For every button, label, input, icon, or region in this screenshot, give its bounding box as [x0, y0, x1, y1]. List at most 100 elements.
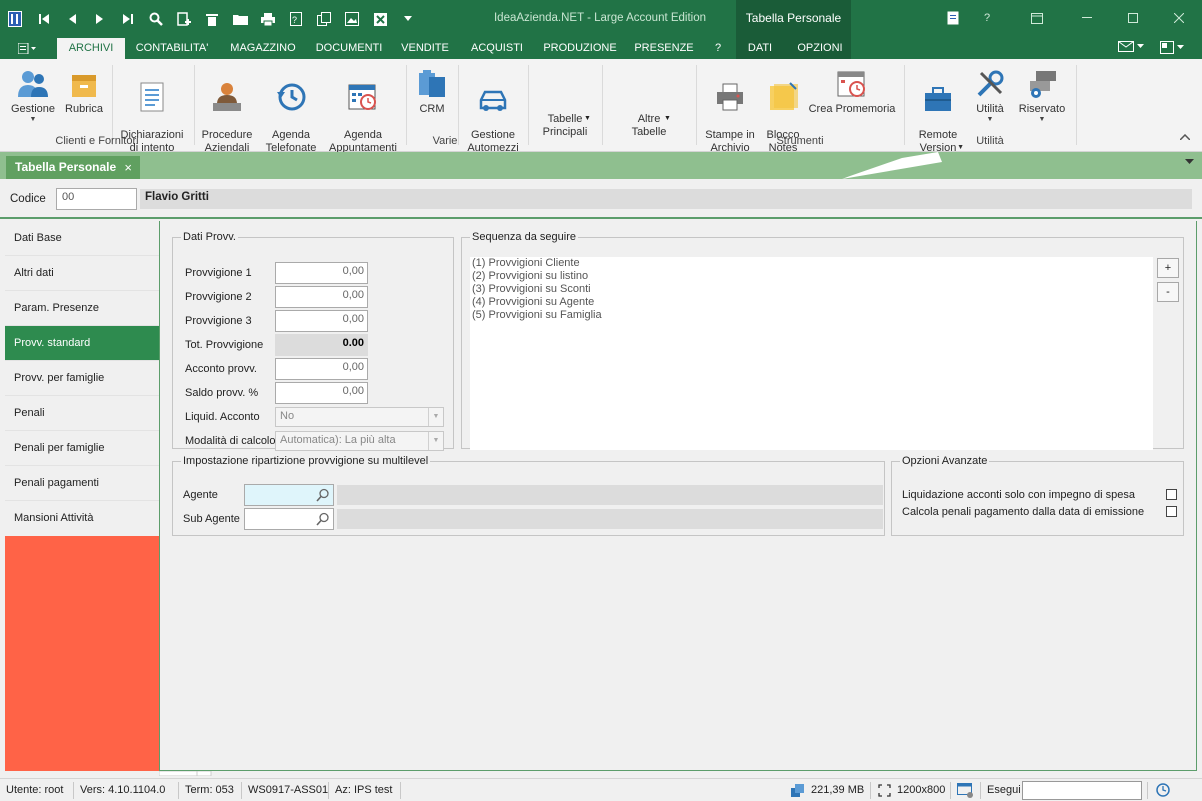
history-clock-icon: [277, 83, 306, 111]
tab-presenze[interactable]: PRESENZE: [628, 38, 700, 59]
customize-arrow-icon[interactable]: [394, 6, 422, 32]
crea-promemoria-button[interactable]: Crea Promemoria: [808, 63, 896, 116]
collapse-ribbon-icon[interactable]: [1179, 132, 1191, 143]
sequenza-list[interactable]: (1) Provvigioni Cliente (2) Provvigioni …: [470, 257, 1153, 450]
tab-magazzino[interactable]: MAGAZZINO: [222, 38, 304, 59]
maximize-icon[interactable]: [1110, 0, 1156, 36]
ribbon-separator: [602, 65, 603, 145]
refresh-clock-icon[interactable]: [1155, 782, 1171, 798]
file-menu-icon[interactable]: [12, 40, 42, 57]
sub-agente-label: Sub Agente: [183, 513, 240, 525]
close-tab-icon[interactable]: ×: [124, 156, 132, 179]
nav-item-param-presenze[interactable]: Param. Presenze: [5, 291, 159, 326]
print-icon[interactable]: [254, 6, 282, 32]
ribbon-separator: [458, 65, 459, 145]
minimize-icon[interactable]: [1064, 0, 1110, 36]
list-item[interactable]: (2) Provvigioni su listino: [472, 270, 1151, 283]
search-icon[interactable]: [316, 488, 330, 502]
code-label: Codice: [10, 193, 46, 205]
content-panel: Dati Provv. Provvigione 1 0,00 Provvigio…: [159, 221, 1197, 771]
tab-contabilita[interactable]: CONTABILITA': [128, 38, 216, 59]
mail-menu[interactable]: [1118, 41, 1147, 52]
tab-vendite[interactable]: VENDITE: [394, 38, 456, 59]
search-icon[interactable]: [142, 6, 170, 32]
saldo-provv-input[interactable]: 0,00: [275, 382, 368, 404]
ribbon-panel: Gestione ▼ Rubrica Dichiarazioni di inte…: [0, 59, 1202, 154]
provvigione-1-input[interactable]: 0,00: [275, 262, 368, 284]
nav-item-penali-famiglie[interactable]: Penali per famiglie: [5, 431, 159, 466]
nav-item-mansioni[interactable]: Mansioni Attività: [5, 501, 159, 536]
printer-icon: [717, 83, 743, 111]
crm-button[interactable]: CRM: [410, 63, 454, 116]
riservato-label: Riservato: [1018, 103, 1066, 115]
bottom-scroll-tabs[interactable]: [159, 771, 219, 776]
document-info-icon[interactable]: [936, 0, 970, 36]
nav-item-altri-dati[interactable]: Altri dati: [5, 256, 159, 291]
list-item[interactable]: (5) Provvigioni su Famiglia: [472, 309, 1151, 322]
move-up-button[interactable]: +: [1157, 258, 1179, 278]
close-icon[interactable]: [1156, 0, 1202, 36]
report-icon[interactable]: ?: [282, 6, 310, 32]
new-document-icon[interactable]: [170, 6, 198, 32]
excel-icon[interactable]: [366, 6, 394, 32]
last-record-icon[interactable]: [114, 6, 142, 32]
nav-item-provv-famiglie[interactable]: Provv. per famiglie: [5, 361, 159, 396]
tab-dati[interactable]: DATI: [740, 38, 780, 59]
rubrica-button[interactable]: Rubrica: [62, 63, 106, 116]
liquid-acconto-select[interactable]: No ▼: [275, 407, 444, 427]
app-logo-icon[interactable]: [0, 6, 30, 32]
acconto-provv-label: Acconto provv.: [185, 363, 257, 375]
provvigione-3-label: Provvigione 3: [185, 315, 252, 327]
saldo-provv-label: Saldo provv. %: [185, 387, 259, 399]
nav-item-provv-standard[interactable]: Provv. standard: [5, 326, 159, 361]
status-separator: [1147, 782, 1148, 799]
riservato-button[interactable]: Riservato ▼: [1014, 63, 1070, 124]
tab-help[interactable]: ?: [706, 38, 730, 59]
restore-layout-icon[interactable]: [1020, 0, 1054, 36]
screen-settings-icon[interactable]: [957, 783, 974, 798]
group-strumenti: Strumenti: [776, 135, 824, 147]
move-down-button[interactable]: -: [1157, 282, 1179, 302]
person-desk-icon: [213, 83, 241, 111]
list-item[interactable]: (1) Provvigioni Cliente: [472, 257, 1151, 270]
tab-archivi[interactable]: ARCHIVI: [57, 38, 125, 59]
acconto-provv-input[interactable]: 0,00: [275, 358, 368, 380]
document-tab[interactable]: Tabella Personale ×: [6, 156, 140, 179]
nav-item-dati-base[interactable]: Dati Base: [5, 221, 159, 256]
image-icon[interactable]: [338, 6, 366, 32]
sub-agente-input[interactable]: [244, 508, 334, 530]
nav-item-penali-pagamenti[interactable]: Penali pagamenti: [5, 466, 159, 501]
agente-input[interactable]: [244, 484, 334, 506]
search-icon[interactable]: [316, 512, 330, 526]
chevron-down-icon: ▼: [29, 116, 37, 123]
tab-documenti[interactable]: DOCUMENTI: [310, 38, 388, 59]
esegui-input[interactable]: [1022, 781, 1142, 800]
layout-menu[interactable]: [1160, 41, 1187, 54]
status-separator: [241, 782, 242, 799]
first-record-icon[interactable]: [30, 6, 58, 32]
list-item[interactable]: (4) Provvigioni su Agente: [472, 296, 1151, 309]
tab-produzione[interactable]: PRODUZIONE: [538, 38, 622, 59]
quick-access-toolbar: ?: [0, 0, 422, 38]
provvigione-2-input[interactable]: 0,00: [275, 286, 368, 308]
multilevel-legend: Impostazione ripartizione provvigione su…: [183, 455, 429, 467]
copy-icon[interactable]: [310, 6, 338, 32]
calcola-penali-checkbox[interactable]: [1166, 506, 1177, 517]
next-record-icon[interactable]: [86, 6, 114, 32]
liquidazione-acconti-checkbox[interactable]: [1166, 489, 1177, 500]
gestione-button[interactable]: Gestione ▼: [8, 63, 58, 124]
delete-icon[interactable]: [198, 6, 226, 32]
nav-item-penali[interactable]: Penali: [5, 396, 159, 431]
tab-opzioni[interactable]: OPZIONI: [790, 38, 850, 59]
tab-list-dropdown-icon[interactable]: [1185, 158, 1194, 167]
previous-record-icon[interactable]: [58, 6, 86, 32]
tools-icon: [977, 70, 1004, 97]
code-input[interactable]: 00: [56, 188, 137, 210]
modalita-calcolo-select[interactable]: Automatica): La più alta ▼: [275, 431, 444, 451]
help-icon[interactable]: ?: [970, 0, 1004, 36]
tab-acquisti[interactable]: ACQUISTI: [462, 38, 532, 59]
provvigione-3-input[interactable]: 0,00: [275, 310, 368, 332]
utilita-button[interactable]: Utilità ▼: [970, 63, 1010, 124]
list-item[interactable]: (3) Provvigioni su Sconti: [472, 283, 1151, 296]
open-folder-icon[interactable]: [226, 6, 254, 32]
